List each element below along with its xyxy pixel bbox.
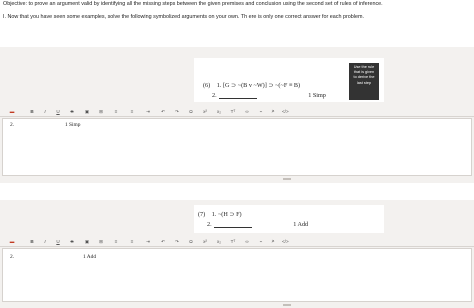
problem-6-rule: 1 Simp — [308, 92, 326, 99]
problem-6-answer-number: 2. — [10, 122, 15, 128]
problem-6-step-label: 2. — [212, 92, 217, 99]
problem-6-answer-editor[interactable]: 2. 1 Simp — [2, 118, 472, 176]
toolbar-superscript-button[interactable]: x² — [202, 238, 208, 246]
toolbar-format-button[interactable]: ʲᵃ — [270, 108, 276, 116]
problem-7-card: (7) 1. ~(H ⊃ F) 2. 1 Add — [194, 205, 384, 233]
toolbar-superscript-button[interactable]: x² — [202, 108, 208, 116]
toolbar-math-button[interactable]: Tᵀ — [230, 108, 236, 116]
toolbar-italic-button[interactable]: I — [42, 238, 48, 246]
toolbar-special-char-button[interactable]: Ω — [188, 238, 194, 246]
task-text: I. Now that you have seen some examples,… — [3, 14, 364, 21]
toolbar-highlight-button[interactable]: ▬ — [9, 238, 15, 246]
toolbar-code-button[interactable]: </> — [282, 108, 289, 116]
problem-7-answer-text: 1 Add — [83, 254, 97, 260]
toolbar-unlink-button[interactable]: ⌁ — [258, 108, 264, 116]
problem-7-panel: (7) 1. ~(H ⊃ F) 2. 1 Add ▬ B I U S ▣ ⊞ ≡ ≡ ⇥ ↶ ↷ Ωx²… — [0, 200, 474, 308]
problem-7-number: (7) — [198, 211, 206, 218]
toolbar-subscript-button[interactable]: x₂ — [216, 238, 222, 246]
toolbar-strike-button[interactable]: S — [69, 238, 75, 246]
toolbar-undo-button[interactable]: ↶ — [160, 108, 166, 116]
toolbar-indent-button[interactable]: ⇥ — [145, 108, 151, 116]
toolbar-redo-button[interactable]: ↷ — [174, 108, 180, 116]
problem-7-premise: 1. ~(H ⊃ F) — [211, 211, 242, 218]
problem-6-hint-box: Use the rule that is given to derive the… — [349, 63, 379, 100]
toolbar-table-button[interactable]: ⊞ — [98, 238, 104, 246]
problem-7-toolbar: ▬ B I U S ▣ ⊞ ≡ ≡ ⇥ ↶ ↷ Ωx² x₂ Tᵀ ∞ ⌁ ʲᵃ </> — [0, 237, 474, 247]
toolbar-image-button[interactable]: ▣ — [84, 238, 90, 246]
problem-7-resize-handle[interactable] — [283, 304, 291, 306]
problem-7-blank — [213, 222, 252, 228]
problem-6-answer-text: 1 Simp — [65, 122, 81, 128]
problem-7-answer-editor[interactable]: 2. 1 Add — [2, 248, 472, 302]
toolbar-image-button[interactable]: ▣ — [84, 108, 90, 116]
instructions: Objective: to prove an argument valid by… — [3, 1, 471, 27]
problem-6-blank — [218, 93, 257, 99]
toolbar-special-char-button[interactable]: Ω — [188, 108, 194, 116]
problem-7-rule: 1 Add — [293, 221, 309, 228]
toolbar-table-button[interactable]: ⊞ — [98, 108, 104, 116]
toolbar-undo-button[interactable]: ↶ — [160, 238, 166, 246]
toolbar-bold-button[interactable]: B — [29, 238, 35, 246]
toolbar-numbered-list-button[interactable]: ≡ — [129, 108, 135, 116]
toolbar-math-button[interactable]: Tᵀ — [230, 238, 236, 246]
toolbar-list-button[interactable]: ≡ — [113, 108, 119, 116]
toolbar-subscript-button[interactable]: x₂ — [216, 108, 222, 116]
toolbar-link-button[interactable]: ∞ — [244, 108, 250, 116]
toolbar-redo-button[interactable]: ↷ — [174, 238, 180, 246]
problem-6-toolbar: ▬ B I U S ▣ ⊞ ≡ ≡ ⇥ ↶ ↷ Ωx² x₂ Tᵀ ∞ ⌁ ʲᵃ </> — [0, 107, 474, 117]
toolbar-highlight-button[interactable]: ▬ — [9, 108, 15, 116]
problem-6-panel: (6) 1. [G ⊃ ~(B v ~W)] ⊃ ~(~F ≡ B) 2. 1 … — [0, 47, 474, 183]
toolbar-italic-button[interactable]: I — [42, 108, 48, 116]
objective-text: Objective: to prove an argument valid by… — [3, 1, 383, 7]
toolbar-link-button[interactable]: ∞ — [244, 238, 250, 246]
toolbar-list-button[interactable]: ≡ — [113, 238, 119, 246]
toolbar-format-button[interactable]: ʲᵃ — [270, 238, 276, 246]
toolbar-underline-button[interactable]: U — [55, 108, 61, 116]
toolbar-bold-button[interactable]: B — [29, 108, 35, 116]
problem-7-step-label: 2. — [207, 221, 212, 228]
problem-6-number: (6) — [203, 82, 211, 89]
problem-6-premise: 1. [G ⊃ ~(B v ~W)] ⊃ ~(~F ≡ B) — [216, 82, 301, 89]
problem-7-answer-number: 2. — [10, 254, 15, 260]
problem-6-resize-handle[interactable] — [283, 178, 291, 180]
toolbar-indent-button[interactable]: ⇥ — [145, 238, 151, 246]
toolbar-numbered-list-button[interactable]: ≡ — [129, 238, 135, 246]
toolbar-code-button[interactable]: </> — [282, 238, 289, 246]
toolbar-unlink-button[interactable]: ⌁ — [258, 238, 264, 246]
toolbar-strike-button[interactable]: S — [69, 108, 75, 116]
toolbar-underline-button[interactable]: U — [55, 238, 61, 246]
